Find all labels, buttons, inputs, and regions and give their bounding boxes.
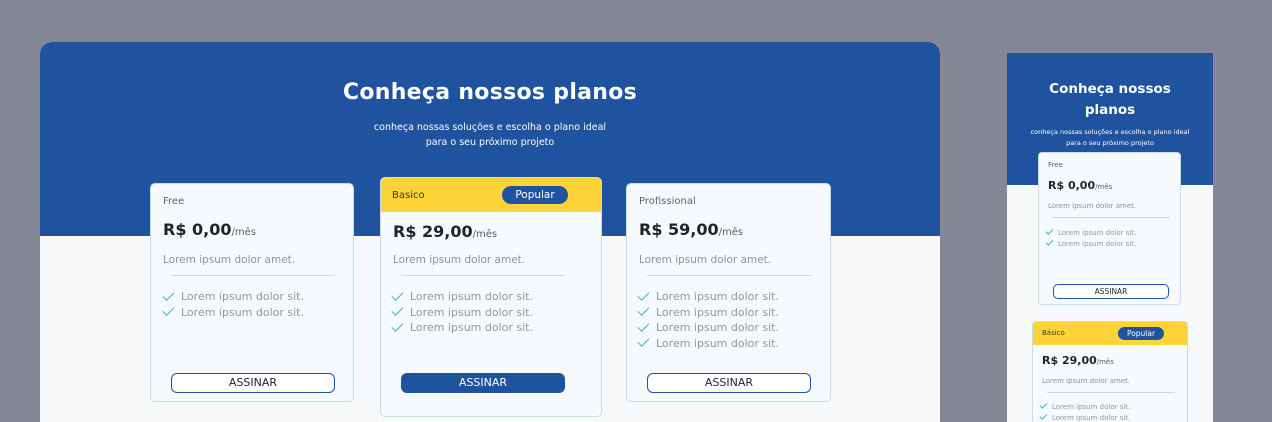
mobile-subscribe-button-free[interactable]: ASSINAR [1053, 284, 1169, 299]
price-period: /mês [1096, 358, 1114, 366]
subscribe-button-basic[interactable]: ASSINAR [401, 373, 565, 393]
card-divider [1052, 217, 1170, 218]
plan-name: Básico [1042, 329, 1065, 337]
feature-text: Lorem ipsum dolor sit. [410, 321, 533, 335]
price-period: /mês [231, 227, 256, 238]
card-divider [647, 275, 811, 276]
feature-text: Lorem ipsum dolor sit. [410, 305, 533, 319]
feature-list: Lorem ipsum dolor sit. Lorem ipsum dolor… [391, 288, 533, 336]
plan-description: Lorem ipsum dolor amet. [1048, 202, 1137, 210]
check-icon [1039, 411, 1048, 420]
check-icon [162, 288, 175, 301]
plan-card-professional: Profissional R$ 59,00/mês Lorem ipsum do… [626, 183, 831, 402]
feature-text: Lorem ipsum dolor sit. [656, 305, 779, 319]
subtitle-line-1: conheça nossas soluções e escolha o plan… [373, 122, 607, 133]
check-icon [1045, 237, 1054, 246]
plan-description: Lorem ipsum dolor amet. [1042, 377, 1131, 385]
feature-text: Lorem ipsum dolor sit. [656, 321, 779, 335]
feature-item: Lorem ipsum dolor sit. [1039, 400, 1131, 412]
feature-text: Lorem ipsum dolor sit. [410, 290, 533, 304]
feature-item: Lorem ipsum dolor sit. [391, 319, 533, 336]
feature-item: Lorem ipsum dolor sit. [1045, 226, 1137, 238]
desktop-preview: Conheça nossos planos conheça nossas sol… [40, 42, 940, 422]
price-value: R$ 59,00 [639, 220, 719, 239]
price-period: /mês [1095, 183, 1113, 191]
plan-price: R$ 59,00/mês [639, 220, 743, 239]
price-period: /mês [472, 229, 498, 240]
plan-description: Lorem ipsum dolor amet. [393, 254, 526, 266]
mobile-plan-card-basic: Básico Popular R$ 29,00/mês Lorem ipsum … [1032, 321, 1188, 422]
page-title: Conheça nossos planos [342, 80, 638, 105]
price-period: /mês [718, 227, 744, 238]
price-value: R$ 0,00 [163, 220, 232, 239]
feature-text: Lorem ipsum dolor sit. [1058, 239, 1137, 248]
mobile-popular-badge: Popular [1118, 327, 1164, 340]
check-icon [1039, 400, 1048, 409]
check-icon [391, 319, 404, 332]
feature-item: Lorem ipsum dolor sit. [637, 335, 779, 352]
check-icon [637, 319, 650, 332]
plan-description: Lorem ipsum dolor amet. [163, 254, 296, 266]
plan-price: R$ 29,00/mês [1042, 354, 1114, 367]
check-icon [637, 335, 650, 348]
page-subtitle: conheça nossas soluções e escolha o plan… [360, 120, 620, 150]
feature-item: Lorem ipsum dolor sit. [637, 319, 779, 336]
feature-text: Lorem ipsum dolor sit. [1058, 228, 1137, 237]
price-value: R$ 29,00 [393, 222, 473, 241]
mobile-plan-card-free: Free R$ 0,00/mês Lorem ipsum dolor amet.… [1038, 152, 1181, 305]
feature-item: Lorem ipsum dolor sit. [162, 288, 304, 305]
mobile-subtitle-line-2: para o seu próximo projeto [1066, 139, 1154, 147]
plan-name: Profissional [639, 196, 696, 207]
plan-card-free: Free R$ 0,00/mês Lorem ipsum dolor amet.… [150, 183, 354, 402]
mobile-page-title: Conheça nossos planos [1007, 79, 1213, 121]
subscribe-button-free[interactable]: ASSINAR [171, 373, 335, 393]
plan-price: R$ 0,00/mês [1048, 179, 1112, 192]
feature-item: Lorem ipsum dolor sit. [637, 304, 779, 321]
check-icon [637, 288, 650, 301]
plan-card-basic: Basico Popular R$ 29,00/mês Lorem ipsum … [380, 177, 602, 417]
feature-list: Lorem ipsum dolor sit. Lorem ipsum dolor… [637, 288, 779, 352]
card-divider [401, 275, 565, 276]
mobile-preview: Conheça nossos planos conheça nossas sol… [1007, 53, 1213, 422]
plan-name: Basico [392, 190, 425, 201]
mobile-page-subtitle: conheça nossas soluções e escolha o plan… [1019, 127, 1201, 149]
card-divider [1047, 392, 1175, 393]
feature-text: Lorem ipsum dolor sit. [181, 290, 304, 304]
feature-item: Lorem ipsum dolor sit. [391, 288, 533, 305]
check-icon [1045, 226, 1054, 235]
feature-text: Lorem ipsum dolor sit. [1052, 402, 1131, 411]
check-icon [162, 304, 175, 317]
plan-name: Free [1048, 161, 1063, 169]
feature-text: Lorem ipsum dolor sit. [656, 290, 779, 304]
price-value: R$ 29,00 [1042, 354, 1097, 367]
price-value: R$ 0,00 [1048, 179, 1096, 192]
popular-badge: Popular [502, 186, 568, 204]
feature-list: Lorem ipsum dolor sit. Lorem ipsum dolor… [1045, 226, 1137, 249]
subscribe-button-professional[interactable]: ASSINAR [647, 373, 811, 393]
feature-list: Lorem ipsum dolor sit. Lorem ipsum dolor… [1039, 400, 1131, 422]
subtitle-line-2: para o seu próximo projeto [425, 137, 555, 148]
feature-item: Lorem ipsum dolor sit. [391, 304, 533, 321]
mobile-title-line-2: planos [1084, 102, 1136, 118]
feature-item: Lorem ipsum dolor sit. [1039, 411, 1131, 422]
plan-name: Free [163, 196, 185, 207]
check-icon [391, 304, 404, 317]
feature-text: Lorem ipsum dolor sit. [656, 336, 779, 350]
plan-description: Lorem ipsum dolor amet. [639, 254, 772, 266]
plan-price: R$ 29,00/mês [393, 222, 497, 241]
card-divider [171, 275, 335, 276]
feature-text: Lorem ipsum dolor sit. [181, 305, 304, 319]
feature-item: Lorem ipsum dolor sit. [1045, 237, 1137, 249]
check-icon [637, 304, 650, 317]
feature-item: Lorem ipsum dolor sit. [637, 288, 779, 305]
feature-text: Lorem ipsum dolor sit. [1052, 413, 1131, 422]
check-icon [391, 288, 404, 301]
feature-item: Lorem ipsum dolor sit. [162, 304, 304, 321]
mobile-title-line-1: Conheça nossos [1049, 81, 1171, 97]
mobile-subtitle-line-1: conheça nossas soluções e escolha o plan… [1030, 128, 1190, 136]
feature-list: Lorem ipsum dolor sit. Lorem ipsum dolor… [162, 288, 304, 321]
plan-price: R$ 0,00/mês [163, 220, 256, 239]
